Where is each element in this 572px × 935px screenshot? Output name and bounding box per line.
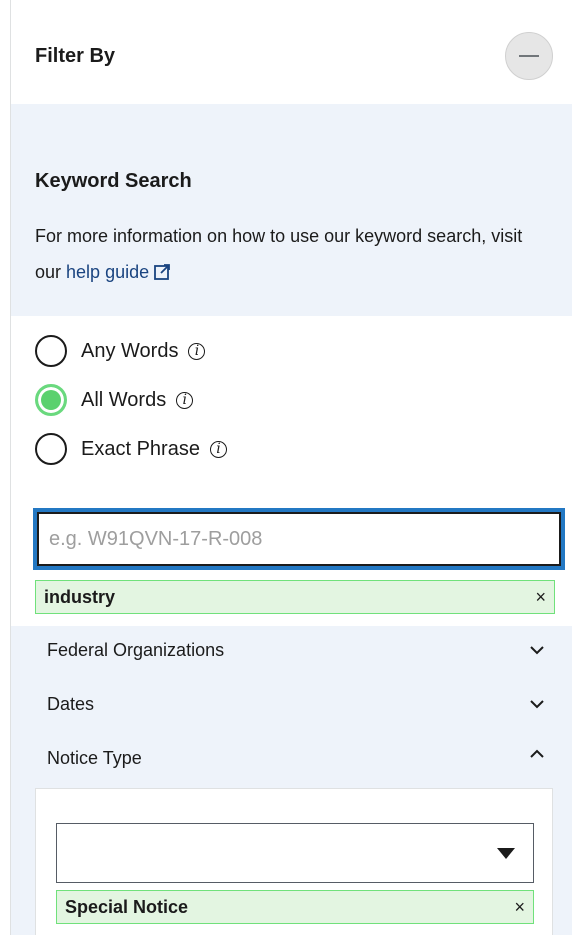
external-link-icon <box>154 264 171 280</box>
collapse-filters-button[interactable] <box>505 32 553 80</box>
radio-button[interactable] <box>35 335 67 367</box>
filter-title: Filter By <box>35 45 116 67</box>
radio-any-words[interactable]: Any Words i <box>35 333 206 369</box>
keyword-help-text: For more information on how to use our k… <box>35 218 545 290</box>
accordion-area: Federal Organizations Dates Notice Type … <box>11 626 572 935</box>
notice-type-chip: Special Notice × <box>56 890 534 924</box>
radio-exact-phrase[interactable]: Exact Phrase i <box>35 431 227 467</box>
keyword-search-title: Keyword Search <box>35 170 192 192</box>
radio-label: Exact Phrase <box>81 437 200 460</box>
accordion-label: Dates <box>47 694 95 714</box>
accordion-federal-organizations[interactable]: Federal Organizations <box>11 626 572 680</box>
radio-label: Any Words <box>81 339 179 362</box>
accordion-dates[interactable]: Dates <box>11 680 572 734</box>
radio-all-words[interactable]: All Words i <box>35 382 194 418</box>
dropdown-arrow-icon <box>497 848 515 859</box>
accordion-notice-type[interactable]: Notice Type <box>11 734 572 788</box>
help-guide-link-label: help guide <box>66 262 150 282</box>
filter-panel: Filter By Keyword Search For more inform… <box>10 0 572 935</box>
help-guide-link[interactable]: help guide <box>66 262 171 282</box>
keyword-info-block: Keyword Search For more information on h… <box>11 104 572 316</box>
info-icon[interactable]: i <box>188 342 206 360</box>
chevron-down-icon <box>530 646 544 655</box>
remove-keyword-chip-button[interactable]: × <box>535 587 546 608</box>
keyword-chip: industry × <box>35 580 555 614</box>
notice-type-panel: Special Notice × <box>35 788 553 935</box>
keyword-chip-label: industry <box>44 586 116 607</box>
chevron-up-icon <box>530 749 544 758</box>
accordion-label: Federal Organizations <box>47 640 225 660</box>
chevron-down-icon <box>530 700 544 709</box>
remove-notice-type-chip-button[interactable]: × <box>514 897 525 918</box>
notice-type-chip-label: Special Notice <box>65 896 189 917</box>
notice-type-select[interactable] <box>56 823 534 883</box>
accordion-label: Notice Type <box>47 748 142 768</box>
info-icon[interactable]: i <box>176 391 194 409</box>
keyword-search-input[interactable] <box>33 508 565 570</box>
radio-button-checked[interactable] <box>35 384 67 416</box>
filter-header: Filter By <box>11 5 572 104</box>
radio-button[interactable] <box>35 433 67 465</box>
info-icon[interactable]: i <box>209 440 227 458</box>
radio-label: All Words <box>81 388 167 411</box>
